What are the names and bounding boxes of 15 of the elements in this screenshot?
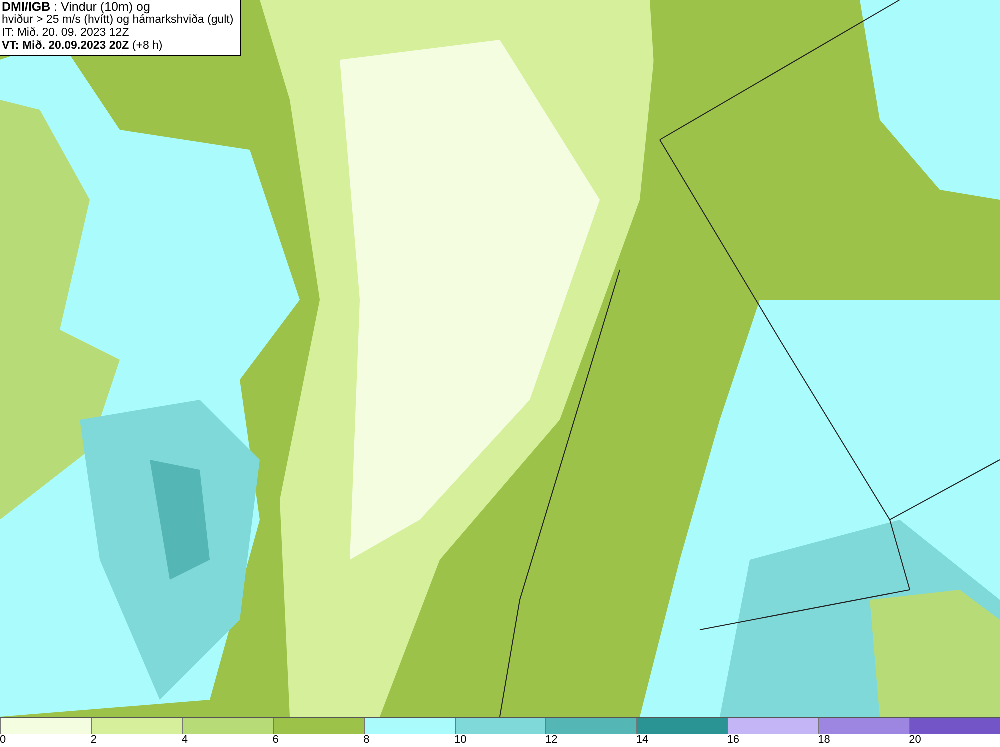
legend-label: 6 — [272, 734, 279, 747]
legend-label: 14 — [636, 734, 649, 747]
legend-label: 18 — [818, 734, 830, 747]
legend-label: 4 — [182, 734, 188, 747]
legend-label: 0 — [0, 734, 6, 747]
legend-label: 10 — [454, 734, 467, 747]
info-text: DMI/IGB : Vindur (10m) og — [2, 1, 152, 14]
legend-label: 16 — [727, 734, 740, 747]
legend-label: 12 — [545, 734, 558, 747]
legend-label: 20 — [909, 734, 922, 747]
info-text: hviður > 25 m/s (hvítt) og hámarkshviða (gult) — [2, 14, 234, 27]
legend-label: 8 — [364, 734, 370, 747]
info-text: VT: Mið. 20.09.2023 20Z (+8 h) — [2, 40, 164, 53]
info-text: IT: Mið. 20. 09. 2023 12Z — [2, 27, 130, 40]
legend-label: 2 — [90, 734, 98, 747]
